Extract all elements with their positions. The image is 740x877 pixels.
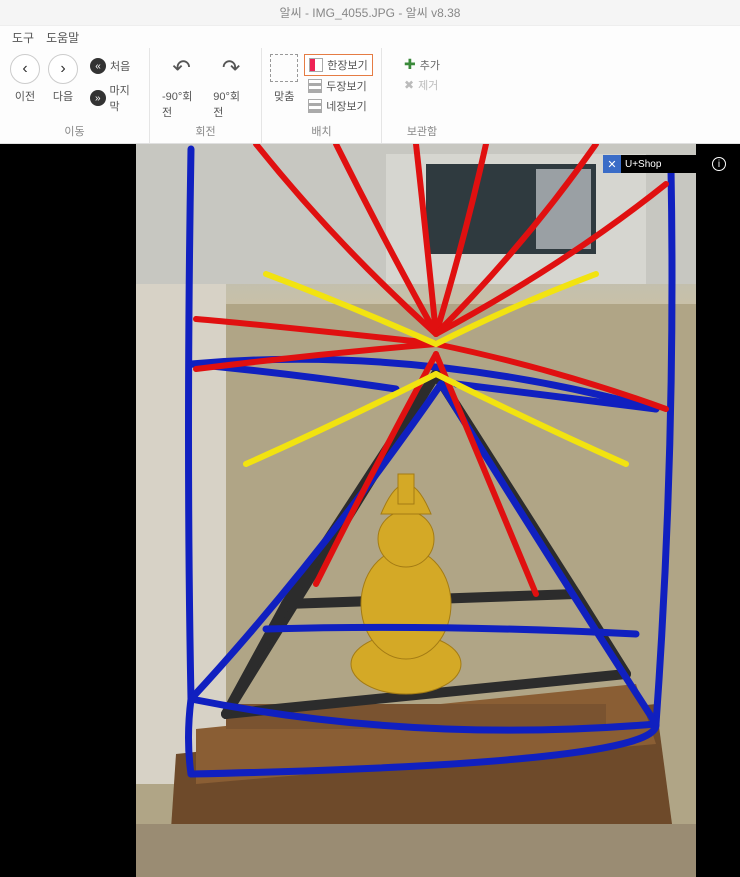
ad-text: U+Shop — [625, 159, 661, 170]
fit-label: 맞춤 — [274, 88, 294, 104]
group-move-label: 이동 — [64, 123, 84, 141]
title-text: 알씨 - IMG_4055.JPG - 알씨 v8.38 — [280, 4, 461, 21]
rotate-cw-icon: ↷ — [217, 54, 245, 82]
first-label: 처음 — [110, 58, 130, 74]
view-single-button[interactable]: 한장보기 — [304, 54, 372, 76]
archive-remove-label: 제거 — [418, 77, 438, 93]
view-double-icon — [308, 79, 322, 93]
view-single-label: 한장보기 — [327, 57, 367, 73]
plus-icon: ✚ — [404, 56, 416, 73]
chevron-right-icon: › — [48, 54, 78, 84]
prev-button[interactable]: ‹ 이전 — [10, 54, 40, 104]
last-label: 마지막 — [110, 82, 139, 114]
group-layout: 맞춤 한장보기 두장보기 네장보기 배치 — [262, 48, 382, 143]
menubar: 도구 도움말 — [0, 26, 740, 48]
view-double-label: 두장보기 — [326, 78, 366, 94]
rotate-cw-label: 90°회전 — [213, 88, 249, 120]
annotation-overlay — [136, 144, 696, 877]
last-button[interactable]: » 마지막 — [86, 80, 143, 116]
group-archive: ✚ 추가 ✖ 제거 보관함 — [382, 48, 462, 143]
next-button[interactable]: › 다음 — [48, 54, 78, 104]
view-double-button[interactable]: 두장보기 — [304, 76, 372, 96]
menu-tools[interactable]: 도구 — [12, 29, 34, 46]
go-last-icon: » — [90, 90, 106, 106]
archive-add-button[interactable]: ✚ 추가 — [400, 54, 444, 75]
group-rotate-label: 회전 — [195, 123, 215, 141]
group-rotate: ↶ -90°회전 ↷ 90°회전 회전 — [150, 48, 262, 143]
prev-label: 이전 — [15, 88, 35, 104]
first-button[interactable]: « 처음 — [86, 56, 143, 76]
group-archive-label: 보관함 — [407, 123, 437, 141]
image-viewport[interactable] — [0, 144, 740, 877]
ad-info-icon[interactable]: i — [712, 157, 726, 171]
rotate-ccw-label: -90°회전 — [162, 88, 201, 120]
titlebar: 알씨 - IMG_4055.JPG - 알씨 v8.38 — [0, 0, 740, 26]
group-layout-label: 배치 — [311, 123, 331, 141]
archive-remove-button[interactable]: ✖ 제거 — [400, 75, 444, 95]
archive-add-label: 추가 — [420, 57, 440, 73]
rotate-cw-button[interactable]: ↷ 90°회전 — [213, 54, 249, 120]
chevron-left-icon: ‹ — [10, 54, 40, 84]
ribbon: ‹ 이전 › 다음 « 처음 » 마지막 이동 ↶ — [0, 48, 740, 144]
fit-button[interactable]: 맞춤 — [270, 54, 298, 104]
go-first-icon: « — [90, 58, 106, 74]
ad-banner[interactable]: ✕ U+Shop i — [603, 155, 728, 173]
view-quad-button[interactable]: 네장보기 — [304, 96, 372, 116]
view-single-icon — [309, 58, 323, 72]
photo — [136, 144, 696, 877]
fit-icon — [270, 54, 298, 82]
rotate-ccw-icon: ↶ — [168, 54, 196, 82]
rotate-ccw-button[interactable]: ↶ -90°회전 — [162, 54, 201, 120]
menu-help[interactable]: 도움말 — [46, 29, 79, 46]
view-quad-label: 네장보기 — [326, 98, 366, 114]
view-quad-icon — [308, 99, 322, 113]
close-icon: ✖ — [404, 78, 414, 92]
next-label: 다음 — [53, 88, 73, 104]
group-move: ‹ 이전 › 다음 « 처음 » 마지막 이동 — [0, 48, 150, 143]
ad-close-icon[interactable]: ✕ — [603, 155, 621, 173]
